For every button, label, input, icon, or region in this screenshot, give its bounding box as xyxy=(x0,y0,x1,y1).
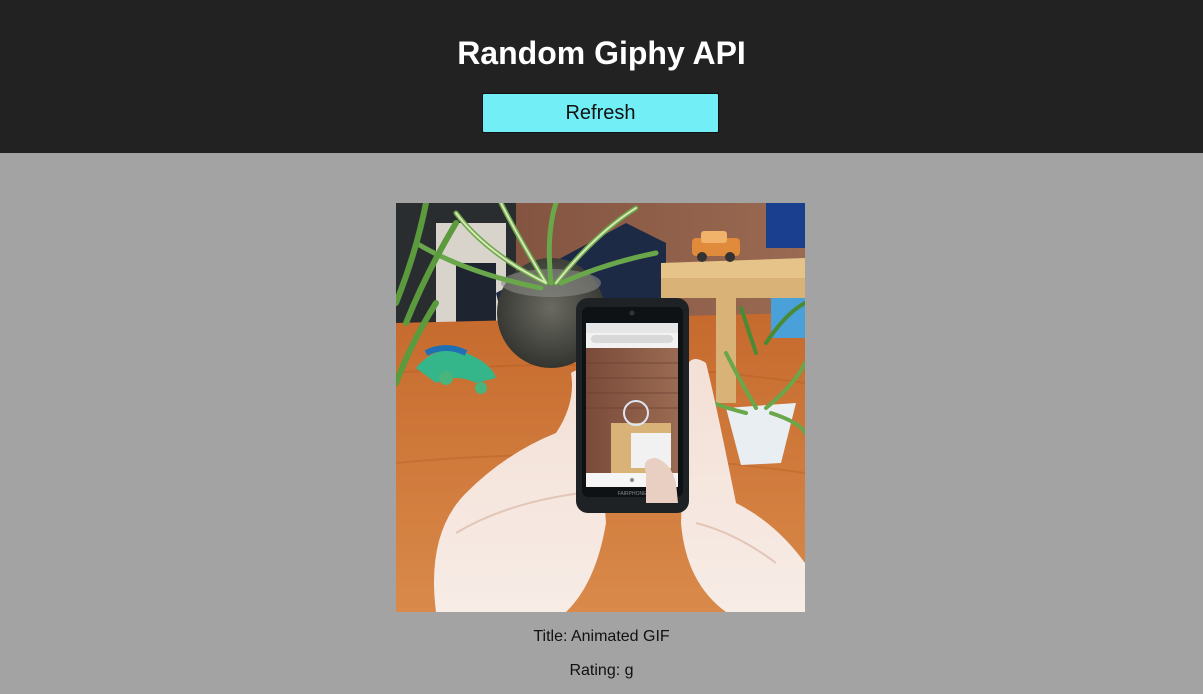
gif-image: FAIRPHONE xyxy=(396,203,805,612)
refresh-button[interactable]: Refresh xyxy=(482,93,719,133)
gif-container: FAIRPHONE Title: Animated GIF Rating: g xyxy=(0,153,1203,694)
page-title: Random Giphy API xyxy=(457,35,746,71)
gif-rating: Rating: g xyxy=(569,662,634,679)
app-header: Random Giphy API Refresh xyxy=(0,0,1203,153)
phone-brand-text: FAIRPHONE xyxy=(618,491,648,497)
gif-title: Title: Animated GIF xyxy=(533,628,670,645)
